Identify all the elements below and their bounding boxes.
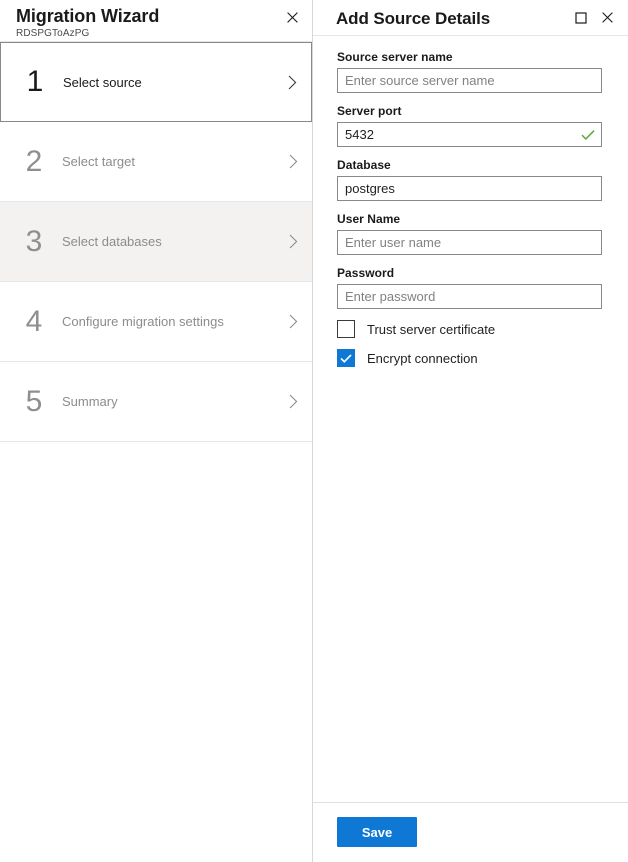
field-label: Server port bbox=[337, 104, 602, 118]
source-details-form: Source server name Server port Database Use… bbox=[313, 36, 628, 802]
detail-panel-title: Add Source Details bbox=[336, 7, 568, 29]
form-field: Password bbox=[337, 266, 602, 309]
wizard-step-number: 5 bbox=[10, 387, 58, 417]
page-title: Migration Wizard bbox=[16, 4, 300, 26]
detail-footer: Save bbox=[313, 802, 628, 862]
field-input-wrapper bbox=[337, 284, 602, 309]
field-label: Source server name bbox=[337, 50, 602, 64]
wizard-header: Migration Wizard RDSPGToAzPG bbox=[0, 0, 312, 42]
wizard-step-label: Select source bbox=[59, 75, 273, 90]
form-field: Database bbox=[337, 158, 602, 201]
checkbox-trust-server-certificate[interactable]: Trust server certificate bbox=[337, 320, 602, 338]
input-source-server-name[interactable] bbox=[337, 68, 602, 93]
close-icon bbox=[602, 12, 613, 23]
wizard-empty-area bbox=[0, 442, 312, 862]
input-user-name[interactable] bbox=[337, 230, 602, 255]
detail-close-button[interactable] bbox=[594, 5, 620, 31]
field-label: Password bbox=[337, 266, 602, 280]
wizard-step-label: Select target bbox=[58, 154, 274, 169]
chevron-right-icon bbox=[274, 234, 312, 249]
maximize-icon bbox=[575, 12, 587, 24]
checkbox-box[interactable] bbox=[337, 320, 355, 338]
wizard-step-2[interactable]: 2Select target bbox=[0, 122, 312, 202]
wizard-step-3[interactable]: 3Select databases bbox=[0, 202, 312, 282]
wizard-step-5[interactable]: 5Summary bbox=[0, 362, 312, 442]
field-label: User Name bbox=[337, 212, 602, 226]
detail-header: Add Source Details bbox=[313, 0, 628, 36]
form-field: Source server name bbox=[337, 50, 602, 93]
checkbox-label: Encrypt connection bbox=[367, 351, 478, 366]
maximize-button[interactable] bbox=[568, 5, 594, 31]
input-database[interactable] bbox=[337, 176, 602, 201]
form-field: Server port bbox=[337, 104, 602, 147]
chevron-right-icon bbox=[273, 75, 311, 90]
wizard-step-label: Configure migration settings bbox=[58, 314, 274, 329]
close-icon bbox=[287, 12, 298, 23]
wizard-step-1[interactable]: 1Select source bbox=[0, 42, 312, 122]
chevron-right-icon bbox=[274, 394, 312, 409]
wizard-step-label: Summary bbox=[58, 394, 274, 409]
wizard-step-number: 3 bbox=[10, 227, 58, 257]
form-field: User Name bbox=[337, 212, 602, 255]
field-input-wrapper bbox=[337, 122, 602, 147]
field-input-wrapper bbox=[337, 176, 602, 201]
save-button[interactable]: Save bbox=[337, 817, 417, 847]
wizard-subtitle: RDSPGToAzPG bbox=[16, 28, 300, 40]
wizard-step-4[interactable]: 4Configure migration settings bbox=[0, 282, 312, 362]
wizard-panel: Migration Wizard RDSPGToAzPG 1Select sou… bbox=[0, 0, 313, 862]
input-password[interactable] bbox=[337, 284, 602, 309]
chevron-right-icon bbox=[274, 154, 312, 169]
chevron-right-icon bbox=[274, 314, 312, 329]
wizard-steps: 1Select source2Select target3Select data… bbox=[0, 42, 312, 442]
wizard-close-button[interactable] bbox=[282, 7, 302, 27]
wizard-step-number: 1 bbox=[11, 67, 59, 97]
checkbox-label: Trust server certificate bbox=[367, 322, 495, 337]
input-server-port[interactable] bbox=[337, 122, 602, 147]
field-input-wrapper bbox=[337, 68, 602, 93]
checkbox-encrypt-connection[interactable]: Encrypt connection bbox=[337, 349, 602, 367]
wizard-step-number: 2 bbox=[10, 147, 58, 177]
wizard-step-number: 4 bbox=[10, 307, 58, 337]
add-source-details-panel: Add Source Details Source server name Ser… bbox=[313, 0, 628, 862]
field-input-wrapper bbox=[337, 230, 602, 255]
field-label: Database bbox=[337, 158, 602, 172]
checkbox-box[interactable] bbox=[337, 349, 355, 367]
wizard-step-label: Select databases bbox=[58, 234, 274, 249]
migration-wizard-window: Migration Wizard RDSPGToAzPG 1Select sou… bbox=[0, 0, 628, 862]
